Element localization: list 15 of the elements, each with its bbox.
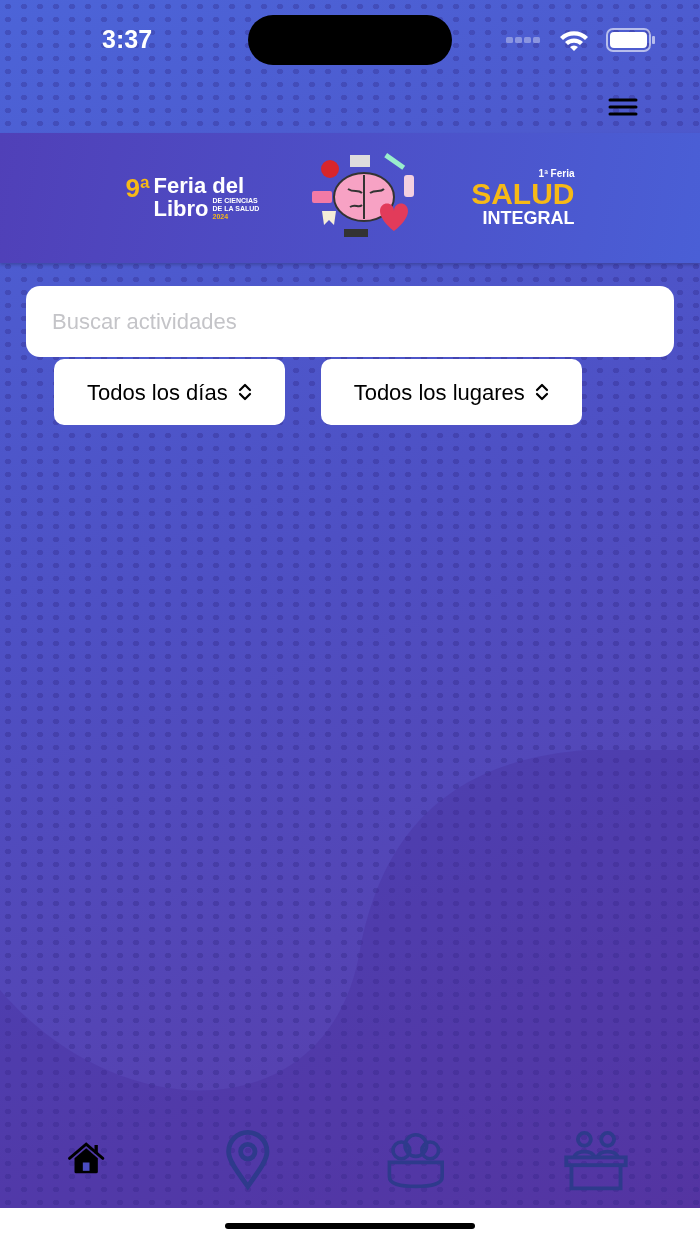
logo-text: 1ª Feria [537, 169, 575, 179]
status-time: 3:37 [102, 24, 154, 56]
logo-text: Feria del [153, 174, 246, 197]
logo-text: INTEGRAL [481, 209, 575, 227]
battery-icon [606, 28, 656, 52]
chevron-icon [534, 382, 549, 402]
signal-icon [506, 36, 542, 44]
filter-dropdown[interactable]: Todos los lugares [320, 359, 582, 425]
logo-text: SALUD [471, 179, 575, 209]
logo-text: 9ª [125, 174, 150, 201]
logo-text: Libro [153, 198, 209, 220]
wifi-icon [558, 28, 590, 52]
filter-dropdown[interactable]: Todos los días [54, 359, 285, 425]
search-field[interactable]: Buscar actividades [26, 286, 674, 357]
chevron-icon [237, 382, 252, 402]
